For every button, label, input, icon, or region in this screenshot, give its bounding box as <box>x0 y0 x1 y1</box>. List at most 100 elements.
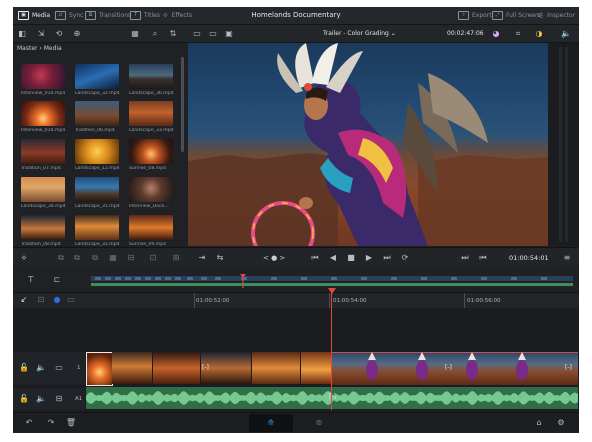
jog-control[interactable]: < ● > <box>263 254 285 262</box>
media-name: Interview_Dock... <box>129 204 169 209</box>
smart-insert-icon[interactable]: ⧉ <box>55 253 67 263</box>
media-thumbnail[interactable] <box>129 139 173 164</box>
media-thumbnail[interactable] <box>129 64 173 89</box>
import-folder-icon[interactable]: ⟲ <box>53 29 65 39</box>
clip-marker: [-] <box>445 364 452 371</box>
track-label: 1 <box>77 365 81 371</box>
inspector-button[interactable]: ⚟ Inspector <box>537 11 575 20</box>
clip-marker: [-] <box>565 364 572 371</box>
effects-overlay-icon[interactable]: ◑ <box>533 29 545 39</box>
audio-meter-right <box>565 47 568 242</box>
video-clip[interactable] <box>252 352 300 384</box>
media-thumbnail[interactable] <box>21 139 65 164</box>
place-on-top-icon[interactable]: ⊟ <box>125 253 137 263</box>
media-thumbnail[interactable] <box>21 177 65 202</box>
sync-bin-icon[interactable]: ⊕ <box>71 29 83 39</box>
media-thumbnail[interactable] <box>75 101 119 126</box>
media-thumbnail[interactable] <box>75 177 119 202</box>
video-clip[interactable] <box>112 352 152 384</box>
media-thumbnail[interactable] <box>75 139 119 164</box>
play-reverse-icon[interactable]: ◀ <box>327 253 339 263</box>
timeline-viewer-icon[interactable]: ▭ <box>207 29 219 39</box>
media-name: Interview_010.mp4 <box>21 128 66 133</box>
redo-icon[interactable]: ↷ <box>45 418 57 428</box>
export-button[interactable]: ⇪ Export <box>458 11 492 20</box>
go-to-start-icon[interactable]: ⏮ <box>309 253 321 263</box>
media-thumbnail[interactable] <box>129 215 173 240</box>
import-media-icon[interactable]: ⇲ <box>35 29 47 39</box>
undo-icon[interactable]: ↶ <box>23 418 35 428</box>
audio-mute-icon[interactable]: 🔈 <box>35 394 47 404</box>
audio-track-header: 🔓 🔈 ⊟ A1 <box>13 388 85 410</box>
blade-tool-icon[interactable]: ⊏ <box>51 275 63 285</box>
edit-page-icon[interactable]: ⊚ <box>313 418 325 428</box>
mini-timeline[interactable] <box>91 274 573 288</box>
source-overwrite-icon[interactable]: ⊡ <box>147 253 159 263</box>
lock-icon[interactable]: 🔓 <box>18 363 30 373</box>
grid-view-icon[interactable]: ▦ <box>129 29 141 39</box>
home-icon[interactable]: ⌂ <box>533 418 545 428</box>
search-icon[interactable]: ⌕ <box>149 29 161 39</box>
menu-icon[interactable]: ≡ <box>561 253 573 263</box>
delete-icon[interactable]: 🗑 <box>65 418 77 428</box>
inspector-icon: ⚟ <box>537 11 545 20</box>
viewer-frame <box>188 43 548 246</box>
media-name: Landscape_36.mp4 <box>129 91 174 96</box>
video-clip[interactable] <box>153 352 200 384</box>
position-lock-icon[interactable]: ● <box>51 295 63 305</box>
media-name: Landscape_32.mp4 <box>75 91 120 96</box>
media-thumbnail[interactable] <box>21 215 65 240</box>
timeline-name[interactable]: Trailer - Color Grading ⌄ <box>323 30 396 37</box>
video-clip[interactable] <box>86 352 113 386</box>
color-icon[interactable]: ◕ <box>490 29 502 39</box>
snapping-icon[interactable]: ↙ <box>18 295 30 305</box>
toggle-media-pool-icon[interactable]: ◧ <box>16 29 28 39</box>
media-thumbnail[interactable] <box>75 64 119 89</box>
insert-icon[interactable]: ⊞ <box>170 253 182 263</box>
playhead-handle[interactable] <box>328 288 336 294</box>
ripple-overwrite-icon[interactable]: ⧉ <box>89 253 101 263</box>
append-icon[interactable]: ⧉ <box>71 253 83 263</box>
media-thumbnail[interactable] <box>129 101 173 126</box>
flag-icon[interactable]: ▭ <box>65 295 77 305</box>
audio-waveform-icon[interactable]: ⟡ <box>18 253 30 263</box>
selection-tool-icon[interactable]: ⊤ <box>25 275 37 285</box>
timeline-ruler[interactable]: ↙ ⊡ ● ▭ 01:00:52:00 01:00:54:00 01:00:56… <box>13 292 579 309</box>
playhead[interactable] <box>331 290 332 410</box>
source-viewer-icon[interactable]: ▭ <box>191 29 203 39</box>
clip-to-timeline-icon[interactable]: ⇥ <box>196 253 208 263</box>
video-track-header: 🔓 🔈 ▭ 1 <box>13 352 85 385</box>
cut-page-button[interactable]: ⟰ <box>249 414 293 432</box>
video-viewer[interactable] <box>188 43 548 246</box>
play-icon[interactable]: ▶ <box>363 253 375 263</box>
link-icon[interactable]: ⊡ <box>35 295 47 305</box>
dual-viewer-icon[interactable]: ▣ <box>223 29 235 39</box>
clip-figures <box>366 352 528 380</box>
full-screen-button[interactable]: ⤢ Full Screen <box>492 11 539 20</box>
previous-edit-icon[interactable]: ⏮ <box>477 253 489 263</box>
loop-icon[interactable]: ⟳ <box>399 253 411 263</box>
go-to-end-icon[interactable]: ⏭ <box>381 253 393 263</box>
media-thumbnail[interactable] <box>75 215 119 240</box>
track-label: A1 <box>75 396 83 402</box>
media-name: Sunrise_08.mp4 <box>129 166 167 171</box>
transform-icon[interactable]: ⌗ <box>512 29 524 39</box>
lock-icon[interactable]: 🔓 <box>18 394 30 404</box>
next-edit-icon[interactable]: ⏭ <box>459 253 471 263</box>
track-visibility-icon[interactable]: ▭ <box>53 363 65 373</box>
trim-icon[interactable]: ⇆ <box>214 253 226 263</box>
solo-icon[interactable]: ⊟ <box>53 394 65 404</box>
volume-icon[interactable]: 🔈 <box>560 29 572 39</box>
audio-mute-icon[interactable]: 🔈 <box>35 363 47 373</box>
close-up-icon[interactable]: ▦ <box>107 253 119 263</box>
stop-icon[interactable]: ■ <box>345 253 357 263</box>
media-thumbnail[interactable] <box>21 64 65 89</box>
video-clip[interactable] <box>301 352 331 384</box>
settings-icon[interactable]: ⚙ <box>555 418 567 428</box>
media-thumbnail[interactable] <box>21 101 65 126</box>
media-pool-scrollbar[interactable] <box>181 57 184 152</box>
media-name: Landscape_33.mp4 <box>129 128 174 133</box>
media-name: Tradition_07.mp4 <box>21 166 61 171</box>
media-thumbnail[interactable] <box>129 177 173 202</box>
sort-icon[interactable]: ⇅ <box>167 29 179 39</box>
